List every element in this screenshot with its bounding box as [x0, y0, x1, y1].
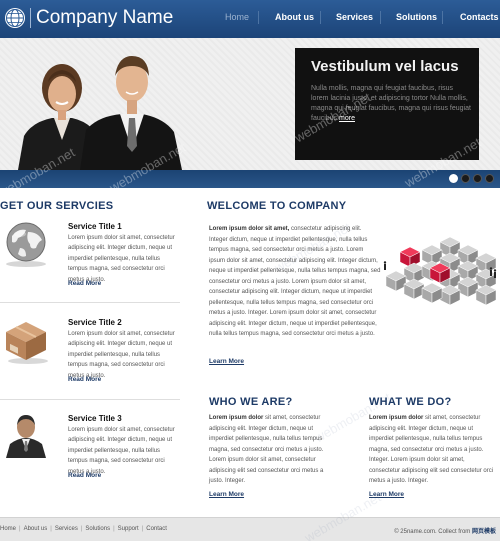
welcome-lead: Lorem ipsum dolor sit amet, — [209, 226, 290, 232]
slider-dot-2[interactable] — [461, 174, 470, 183]
who-body: sit amet, consectetur adipiscing elit. I… — [209, 415, 324, 484]
nav-solutions[interactable]: Solutions — [396, 12, 437, 22]
banner: Vestibulum vel lacus Nulla mollis, magna… — [0, 38, 500, 170]
who-lead: Lorem ipsum dolor — [209, 415, 264, 421]
what-lead: Lorem ipsum dolor — [369, 415, 424, 421]
service-divider — [0, 399, 180, 400]
footer-links: Home | About us | Services | Solutions | Support… — [0, 526, 167, 532]
service-3-title: Service Title 3 — [68, 414, 122, 423]
businessman-icon — [6, 415, 46, 458]
what-text: Lorem ipsum dolor sit amet, consectetur … — [369, 413, 497, 487]
footer-link-about-us[interactable]: About us — [24, 526, 48, 532]
globe-logo-icon — [5, 8, 25, 28]
header: Company Name Home About us Services Solu… — [0, 0, 500, 38]
banner-more-link[interactable]: more — [339, 115, 355, 122]
welcome-body: consectetur adipiscing elit. Integer dic… — [209, 226, 381, 337]
footer-link-contact[interactable]: Contact — [146, 526, 167, 532]
banner-text-body: Nulla mollis, magna qui feugiat faucibus… — [311, 85, 471, 122]
business-people-photo — [18, 56, 182, 170]
footer-brand-link[interactable]: 网页模板 — [472, 529, 496, 535]
nav-divider — [380, 11, 381, 24]
welcome-heading: WELCOME TO COMPANY — [207, 200, 347, 212]
service-2-title: Service Title 2 — [68, 318, 122, 327]
slider-dot-1[interactable] — [449, 174, 458, 183]
isometric-cubes-illustration — [383, 236, 497, 306]
copyright-text: © 25name.com. Collect from — [394, 529, 471, 535]
footer-link-support[interactable]: Support — [118, 526, 139, 532]
slider-dots — [449, 174, 494, 184]
footer-link-home[interactable]: Home — [0, 526, 16, 532]
logo-divider — [30, 8, 31, 28]
nav-divider — [258, 11, 259, 24]
logo-text[interactable]: Company Name — [36, 7, 173, 29]
nav-home[interactable]: Home — [225, 12, 249, 22]
service-3-text: Lorem ipsum dolor sit amet, consectetur … — [68, 427, 175, 475]
nav-services[interactable]: Services — [336, 12, 373, 22]
nav-contacts[interactable]: Contacts — [460, 12, 499, 22]
box-icon — [6, 322, 48, 364]
what-body: sit amet, consectetur adipiscing elit. I… — [369, 415, 494, 484]
who-learn-more[interactable]: Learn More — [209, 491, 244, 498]
service-divider — [0, 302, 180, 303]
nav-divider — [320, 11, 321, 24]
services-heading: GET OUR SERVCIES — [0, 200, 114, 212]
welcome-learn-more[interactable]: Learn More — [209, 358, 244, 365]
service-1-title: Service Title 1 — [68, 222, 122, 231]
what-heading: WHAT WE DO? — [369, 396, 452, 408]
banner-caption-box: Vestibulum vel lacus Nulla mollis, magna… — [295, 48, 479, 160]
globe-icon — [6, 222, 46, 267]
footer-copyright: © 25name.com. Collect from 网页模板 — [394, 526, 496, 535]
footer-link-services[interactable]: Services — [55, 526, 78, 532]
footer-link-solutions[interactable]: Solutions — [85, 526, 110, 532]
service-1-text: Lorem ipsum dolor sit amet, consectetur … — [68, 235, 175, 283]
banner-text: Nulla mollis, magna qui feugiat faucibus… — [311, 84, 471, 124]
what-learn-more[interactable]: Learn More — [369, 491, 404, 498]
footer: Home | About us | Services | Solutions | Support… — [0, 517, 500, 541]
who-text: Lorem ipsum dolor sit amet, consectetur … — [209, 413, 337, 487]
who-heading: WHO WE ARE? — [209, 396, 293, 408]
nav-divider — [442, 11, 443, 24]
slider-dot-4[interactable] — [485, 174, 494, 183]
service-1-read-more[interactable]: Read More — [68, 280, 101, 287]
service-2-read-more[interactable]: Read More — [68, 376, 101, 383]
service-3-read-more[interactable]: Read More — [68, 472, 101, 479]
service-2-text: Lorem ipsum dolor sit amet, consectetur … — [68, 331, 175, 379]
nav-about-us[interactable]: About us — [275, 12, 314, 22]
banner-title: Vestibulum vel lacus — [311, 58, 459, 75]
slider-dot-3[interactable] — [473, 174, 482, 183]
banner-strip — [0, 170, 500, 188]
